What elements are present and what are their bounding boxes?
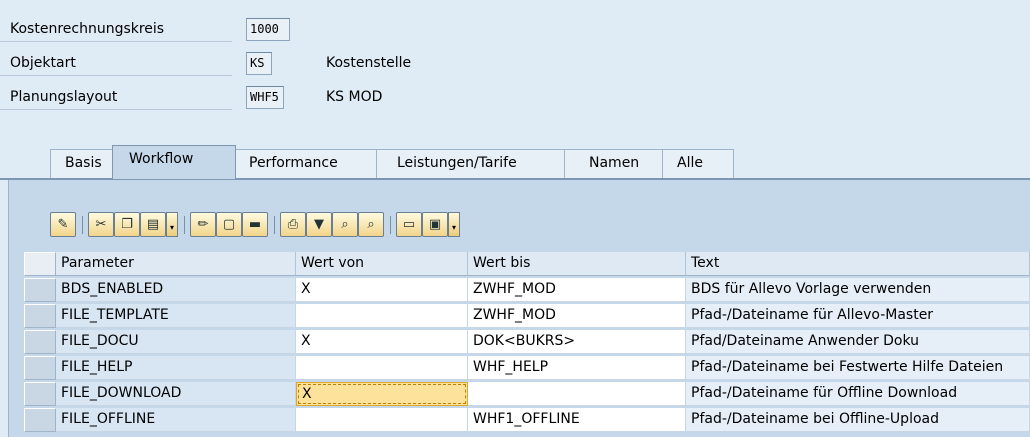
wert-von-cell-focused[interactable]: X (296, 382, 468, 406)
controlling-area-field[interactable]: 1000 (246, 18, 290, 41)
tab-namen[interactable]: Namen (564, 149, 664, 178)
wert-bis-cell[interactable]: DOK<BUKRS> (468, 330, 686, 354)
text-cell: Pfad-/Dateiname für Offline Download (686, 382, 1030, 406)
row-selector[interactable] (24, 330, 56, 354)
field-label: Planungslayout (0, 86, 232, 110)
export-dropdown[interactable]: ▾ (448, 212, 460, 237)
tab-leistungen-tarife[interactable]: Leistungen/Tarife (376, 149, 568, 178)
wert-von-cell[interactable] (296, 408, 468, 432)
column-header-wert-bis[interactable]: Wert bis (468, 252, 686, 276)
text-cell: Pfad-/Dateiname für Allevo-Master (686, 304, 1030, 328)
text-cell: Pfad-/Dateiname bei Festwerte Hilfe Date… (686, 356, 1030, 380)
wert-bis-cell[interactable]: WHF_HELP (468, 356, 686, 380)
tab-basis[interactable]: Basis (50, 149, 117, 178)
toolbar-separator (390, 216, 391, 234)
text-cell: BDS für Allevo Vorlage verwenden (686, 278, 1030, 302)
table-row: FILE_DOCU X DOK<BUKRS> Pfad/Dateiname An… (24, 330, 1030, 354)
planning-layout-description: KS MOD (326, 89, 383, 105)
field-label: Kostenrechnungskreis (0, 18, 232, 42)
object-type-field[interactable]: KS (246, 52, 272, 75)
layout-icon[interactable]: ▭ (396, 212, 422, 237)
object-type-description: Kostenstelle (326, 55, 412, 71)
table-row: FILE_TEMPLATE ZWHF_MOD Pfad-/Dateiname f… (24, 304, 1030, 328)
row-selector[interactable] (24, 278, 56, 302)
print-icon[interactable]: ⎙ (280, 212, 306, 237)
row-selector[interactable] (24, 408, 56, 432)
filter-icon[interactable]: ▼ (306, 212, 332, 237)
delete-icon[interactable]: ▬ (242, 212, 268, 237)
select-all-icon[interactable] (24, 252, 56, 276)
table-row: BDS_ENABLED X ZWHF_MOD BDS für Allevo Vo… (24, 278, 1030, 302)
header-row-kostenrechnungskreis: Kostenrechnungskreis 1000 (0, 18, 300, 42)
tab-alle[interactable]: Alle (662, 149, 734, 178)
text-cell: Pfad-/Dateiname bei Offline-Upload (686, 408, 1030, 432)
paste-dropdown[interactable]: ▾ (166, 212, 178, 237)
find-icon[interactable]: ⌕ (332, 212, 358, 237)
toolbar-separator (184, 216, 185, 234)
row-selector[interactable] (24, 356, 56, 380)
wert-von-cell[interactable]: X (296, 278, 468, 302)
grid-toolbar: ✎ ✂ ❐ ▤ ▾ ✏ ▢ ▬ ⎙ ▼ ⌕ ⌕ ▭ ▣ ▾ (50, 212, 650, 240)
wert-von-cell[interactable] (296, 356, 468, 380)
column-header-parameter[interactable]: Parameter (56, 252, 296, 276)
copy-icon[interactable]: ❐ (114, 212, 140, 237)
header-row-objektart: Objektart KS Kostenstelle (0, 52, 460, 76)
details-icon[interactable]: ✎ (50, 212, 76, 237)
wert-von-cell[interactable] (296, 304, 468, 328)
new-icon[interactable]: ▢ (216, 212, 242, 237)
wert-von-cell[interactable]: X (296, 330, 468, 354)
wert-bis-cell[interactable]: WHF1_OFFLINE (468, 408, 686, 432)
row-selector[interactable] (24, 382, 56, 406)
table-row: FILE_DOWNLOAD X Pfad-/Dateiname für Offl… (24, 382, 1030, 406)
wert-bis-cell[interactable] (468, 382, 686, 406)
paste-icon[interactable]: ▤ (140, 212, 166, 237)
find-next-icon[interactable]: ⌕ (358, 212, 384, 237)
parameter-cell: BDS_ENABLED (56, 278, 296, 302)
header-row-planungslayout: Planungslayout WHF5 KS MOD (0, 86, 460, 110)
column-header-wert-von[interactable]: Wert von (296, 252, 468, 276)
tab-workflow[interactable]: Workflow (112, 145, 236, 179)
table-header-row: Parameter Wert von Wert bis Text (24, 252, 1030, 276)
parameter-cell: FILE_DOCU (56, 330, 296, 354)
tab-performance[interactable]: Performance (234, 149, 378, 178)
tab-strip: Basis Workflow Performance Leistungen/Ta… (50, 145, 750, 179)
row-selector[interactable] (24, 304, 56, 328)
text-cell: Pfad/Dateiname Anwender Doku (686, 330, 1030, 354)
cut-icon[interactable]: ✂ (88, 212, 114, 237)
field-label: Objektart (0, 52, 232, 76)
table-row: FILE_HELP WHF_HELP Pfad-/Dateiname bei F… (24, 356, 1030, 380)
parameter-cell: FILE_HELP (56, 356, 296, 380)
edit-icon[interactable]: ✏ (190, 212, 216, 237)
parameter-cell: FILE_TEMPLATE (56, 304, 296, 328)
parameter-cell: FILE_DOWNLOAD (56, 382, 296, 406)
export-icon[interactable]: ▣ (422, 212, 448, 237)
toolbar-separator (82, 216, 83, 234)
wert-bis-cell[interactable]: ZWHF_MOD (468, 278, 686, 302)
planning-layout-field[interactable]: WHF5 (246, 86, 284, 109)
parameter-cell: FILE_OFFLINE (56, 408, 296, 432)
toolbar-separator (274, 216, 275, 234)
wert-bis-cell[interactable]: ZWHF_MOD (468, 304, 686, 328)
table-row: FILE_OFFLINE WHF1_OFFLINE Pfad-/Dateinam… (24, 408, 1030, 432)
column-header-text[interactable]: Text (686, 252, 1030, 276)
